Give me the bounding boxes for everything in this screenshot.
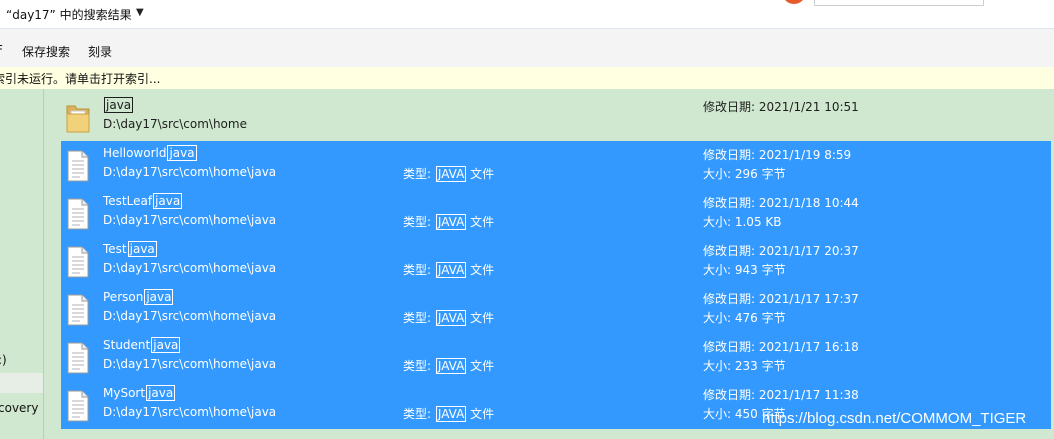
result-name[interactable]: Person java xyxy=(103,289,174,305)
search-box[interactable] xyxy=(814,0,984,6)
result-name[interactable]: TestLeaf java xyxy=(103,193,183,209)
logo-icon xyxy=(782,0,806,4)
name-match-highlight: java xyxy=(144,289,174,305)
file-icon xyxy=(65,246,91,281)
index-message[interactable]: 索引未运行。请单击打开索引... xyxy=(0,70,160,87)
result-name[interactable]: MySort java xyxy=(103,385,176,401)
name-match-highlight: java xyxy=(167,145,197,161)
result-modified-date: 修改日期: 2021/1/19 8:59 xyxy=(703,148,852,162)
name-match-highlight: java xyxy=(151,337,181,353)
result-row[interactable]: TestLeaf java D:\day17\src\com\home\java 类型… xyxy=(61,189,1051,237)
type-suffix: 文件 xyxy=(466,311,495,325)
file-icon xyxy=(65,294,91,329)
name-prefix: MySort xyxy=(103,386,146,400)
result-modified-date: 修改日期: 2021/1/17 16:18 xyxy=(703,340,859,354)
name-match-highlight: java xyxy=(127,241,157,257)
type-match-highlight: JAVA xyxy=(435,406,467,422)
type-suffix: 文件 xyxy=(466,263,495,277)
type-suffix: 文件 xyxy=(466,407,495,421)
search-title: “day17” 中的搜索结果 xyxy=(6,8,132,22)
toolbar-item-partial[interactable]: F xyxy=(0,43,3,57)
result-path: D:\day17\src\com\home\java xyxy=(103,357,277,371)
result-modified-date: 修改日期: 2021/1/21 10:51 xyxy=(703,100,859,114)
result-path: D:\day17\src\com\home\java xyxy=(103,213,277,227)
results-list: java D:\day17\src\com\home 修改日期: 2021/1/21… xyxy=(44,89,1054,439)
result-size: 大小: 233 字节 xyxy=(703,359,786,373)
result-row[interactable]: Student java D:\day17\src\com\home\java 类型:… xyxy=(61,333,1051,381)
result-size: 大小: 296 字节 xyxy=(703,167,786,181)
result-path: D:\day17\src\com\home xyxy=(103,117,247,131)
type-match-highlight: JAVA xyxy=(435,166,467,182)
result-row[interactable]: Test java D:\day17\src\com\home\java 类型: JA… xyxy=(61,237,1051,285)
result-row[interactable]: Helloworld java D:\day17\src\com\home\java… xyxy=(61,141,1051,189)
result-type: 类型: JAVA 文件 xyxy=(403,261,494,278)
nav-item-drive[interactable]: :) xyxy=(0,353,7,367)
result-modified-date: 修改日期: 2021/1/17 11:38 xyxy=(703,388,859,402)
result-size: 大小: 943 字节 xyxy=(703,263,786,277)
type-match-highlight: JAVA xyxy=(435,358,467,374)
save-search-button[interactable]: 保存搜索 xyxy=(22,43,70,60)
result-name[interactable]: Student java xyxy=(103,337,181,353)
name-match-highlight: java xyxy=(146,385,176,401)
type-label: 类型: xyxy=(403,215,435,229)
type-suffix: 文件 xyxy=(466,215,495,229)
result-modified-date: 修改日期: 2021/1/17 17:37 xyxy=(703,292,859,306)
name-match-highlight: java xyxy=(153,193,183,209)
type-suffix: 文件 xyxy=(466,359,495,373)
result-size: 大小: 476 字节 xyxy=(703,311,786,325)
folder-icon xyxy=(65,102,91,137)
burn-button[interactable]: 刻录 xyxy=(88,43,112,60)
type-suffix: 文件 xyxy=(466,167,495,181)
result-path: D:\day17\src\com\home\java xyxy=(103,309,277,323)
name-prefix: TestLeaf xyxy=(103,194,153,208)
result-type: 类型: JAVA 文件 xyxy=(403,357,494,374)
file-icon xyxy=(65,390,91,425)
result-size: 大小: 1.05 KB xyxy=(703,215,782,229)
type-label: 类型: xyxy=(403,263,435,277)
name-prefix: Person xyxy=(103,290,144,304)
name-match-highlight: java xyxy=(104,97,134,113)
result-path: D:\day17\src\com\home\java xyxy=(103,261,277,275)
type-match-highlight: JAVA xyxy=(435,214,467,230)
file-icon xyxy=(65,198,91,233)
nav-item-recovery[interactable]: covery ( xyxy=(0,401,43,415)
result-name[interactable]: java xyxy=(103,97,134,113)
name-prefix: Test xyxy=(103,242,127,256)
result-type: 类型: JAVA 文件 xyxy=(403,309,494,326)
result-path: D:\day17\src\com\home\java xyxy=(103,405,277,419)
file-icon xyxy=(65,150,91,185)
type-label: 类型: xyxy=(403,359,435,373)
info-bar[interactable]: 索引未运行。请单击打开索引... xyxy=(0,67,1054,90)
result-type: 类型: JAVA 文件 xyxy=(403,165,494,182)
type-match-highlight: JAVA xyxy=(435,310,467,326)
nav-item-selected[interactable] xyxy=(0,373,43,393)
result-name[interactable]: Test java xyxy=(103,241,157,257)
title-bar: “day17” 中的搜索结果 ▼ xyxy=(0,0,1054,29)
result-row-folder[interactable]: java D:\day17\src\com\home 修改日期: 2021/1/21… xyxy=(61,93,1051,141)
chevron-down-icon[interactable]: ▼ xyxy=(136,7,144,18)
result-name[interactable]: Helloworld java xyxy=(103,145,197,161)
result-modified-date: 修改日期: 2021/1/17 20:37 xyxy=(703,244,859,258)
file-icon xyxy=(65,342,91,377)
result-path: D:\day17\src\com\home\java xyxy=(103,165,277,179)
result-modified-date: 修改日期: 2021/1/18 10:44 xyxy=(703,196,859,210)
name-prefix: Student xyxy=(103,338,151,352)
watermark: https://blog.csdn.net/COMMOM_TIGER xyxy=(762,410,1027,427)
result-row[interactable]: Person java D:\day17\src\com\home\java 类型: … xyxy=(61,285,1051,333)
type-match-highlight: JAVA xyxy=(435,262,467,278)
type-label: 类型: xyxy=(403,167,435,181)
type-label: 类型: xyxy=(403,311,435,325)
toolbar: F 保存搜索 刻录 xyxy=(0,29,1054,68)
result-type: 类型: JAVA 文件 xyxy=(403,405,494,422)
type-label: 类型: xyxy=(403,407,435,421)
name-prefix: Helloworld xyxy=(103,146,167,160)
result-type: 类型: JAVA 文件 xyxy=(403,213,494,230)
navigation-pane: :) covery ( xyxy=(0,89,44,439)
